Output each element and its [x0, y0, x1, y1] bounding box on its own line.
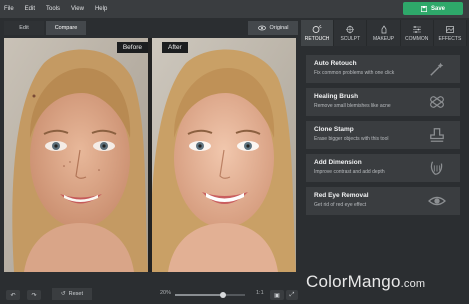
tab-common[interactable]: COMMON	[400, 20, 434, 46]
save-button[interactable]: Save	[403, 2, 463, 15]
undo-icon: ↶	[10, 292, 16, 299]
sliders-icon	[412, 25, 421, 33]
portrait-after	[152, 38, 296, 272]
tab-effects[interactable]: EFFECTS	[433, 20, 468, 46]
zoom-slider-fill	[175, 294, 223, 296]
before-label: Before	[116, 42, 148, 53]
menu-view[interactable]: View	[71, 6, 84, 12]
tool-red-eye-removal[interactable]: Red Eye Removal Get rid of red eye effec…	[306, 187, 460, 215]
menu-help[interactable]: Help	[95, 6, 107, 12]
tool-add-dimension[interactable]: Add Dimension Improve contrast and add d…	[306, 154, 460, 182]
fit-screen-button[interactable]: ▣	[270, 290, 284, 300]
after-photo: After	[152, 38, 296, 272]
eye-icon	[428, 196, 446, 206]
tool-healing-brush[interactable]: Healing Brush Remove small blemishes lik…	[306, 88, 460, 116]
retouch-icon	[312, 24, 322, 33]
reset-label: Reset	[68, 291, 83, 297]
effects-icon	[446, 25, 454, 33]
watermark-brand: ColorMango	[306, 272, 401, 291]
tab-sculpt-label: SCULPT	[340, 35, 361, 42]
tab-common-label: COMMON	[405, 35, 429, 42]
zoom-slider[interactable]	[175, 292, 245, 298]
save-icon	[420, 5, 427, 12]
fullscreen-button[interactable]: ⤢	[286, 290, 298, 300]
fullscreen-icon: ⤢	[289, 291, 295, 298]
watermark-tld: .com	[400, 278, 426, 290]
tab-retouch-label: RETOUCH	[304, 35, 330, 42]
magic-wand-icon	[430, 62, 444, 76]
before-photo: Before	[4, 38, 148, 272]
menu-file[interactable]: File	[4, 6, 14, 12]
view-toolbar: Edit Compare Original	[0, 18, 300, 38]
menu-edit[interactable]: Edit	[25, 6, 35, 12]
redo-button[interactable]: ↷	[27, 290, 41, 300]
edit-tab[interactable]: Edit	[4, 21, 44, 35]
tool-category-tabs: RETOUCH SCULPT MAKEUP COMMON EFFECTS	[301, 20, 468, 46]
tab-makeup[interactable]: MAKEUP	[367, 20, 401, 46]
zoom-level: 20%	[160, 290, 172, 296]
tool-list: Auto Retouch Fix common problems with on…	[306, 55, 460, 220]
compare-tab[interactable]: Compare	[46, 21, 86, 35]
tab-retouch[interactable]: RETOUCH	[301, 20, 335, 46]
tool-clone-stamp[interactable]: Clone Stamp Erase bigger objects with th…	[306, 121, 460, 149]
tool-auto-retouch[interactable]: Auto Retouch Fix common problems with on…	[306, 55, 460, 83]
zoom-ratio-button[interactable]: 1:1	[256, 290, 264, 296]
bandage-icon	[430, 96, 444, 108]
reset-button[interactable]: ↺ Reset	[52, 288, 92, 300]
brand-watermark: ColorMango.com	[306, 272, 425, 292]
fit-screen-icon: ▣	[274, 292, 280, 299]
zoom-slider-handle[interactable]	[219, 292, 226, 298]
stamp-icon	[430, 128, 444, 142]
tab-makeup-label: MAKEUP	[372, 35, 395, 42]
tab-effects-label: EFFECTS	[438, 35, 462, 42]
menu-tools[interactable]: Tools	[46, 6, 60, 12]
sculpt-icon	[346, 25, 355, 33]
photo-canvas[interactable]: Before After	[4, 38, 296, 272]
face-contour-icon	[430, 161, 443, 175]
tab-sculpt[interactable]: SCULPT	[334, 20, 368, 46]
bottom-bar	[0, 272, 300, 304]
save-label: Save	[430, 5, 445, 12]
portrait-before	[4, 38, 148, 272]
makeup-icon	[381, 24, 386, 33]
menu-bar: File Edit Tools View Help Save	[0, 0, 469, 18]
original-label: Original	[269, 25, 289, 31]
reset-icon: ↺	[61, 291, 66, 297]
eye-icon	[257, 25, 266, 31]
redo-icon: ↷	[31, 292, 37, 299]
undo-button[interactable]: ↶	[6, 290, 20, 300]
original-button[interactable]: Original	[248, 21, 298, 35]
after-label: After	[162, 42, 188, 53]
